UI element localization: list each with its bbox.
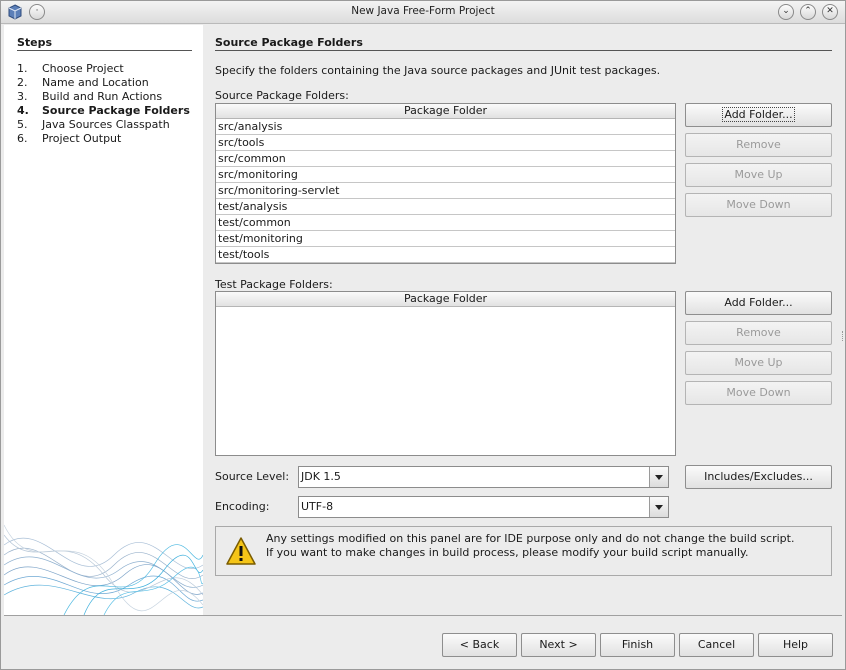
step-item: 1. Choose Project xyxy=(17,62,124,75)
decorative-swirl-graphic xyxy=(4,524,203,615)
step-item: 3. Build and Run Actions xyxy=(17,90,163,103)
cancel-button[interactable]: Cancel xyxy=(679,633,754,657)
close-button[interactable]: ✕ xyxy=(822,4,838,20)
window-title: New Java Free-Form Project xyxy=(351,5,495,17)
button-bar-divider xyxy=(4,615,842,616)
title-bar: · New Java Free-Form Project ⌄ ⌃ ✕ xyxy=(1,1,845,24)
table-row[interactable]: test/common xyxy=(216,215,675,231)
column-header-package-folder[interactable]: Package Folder xyxy=(216,104,675,119)
table-row[interactable]: src/analysis xyxy=(216,119,675,135)
source-level-select[interactable]: JDK 1.5 xyxy=(298,466,669,488)
encoding-label: Encoding: xyxy=(215,500,270,513)
test-move-down-button[interactable]: Move Down xyxy=(685,381,832,405)
info-note: Any settings modified on this panel are … xyxy=(215,526,832,576)
source-move-up-button[interactable]: Move Up xyxy=(685,163,832,187)
maximize-button[interactable]: ⌃ xyxy=(800,4,816,20)
step-item: 2. Name and Location xyxy=(17,76,149,89)
steps-divider xyxy=(17,50,192,51)
step-item: 5. Java Sources Classpath xyxy=(17,118,170,131)
help-button[interactable]: Help xyxy=(758,633,833,657)
table-row[interactable]: src/monitoring xyxy=(216,167,675,183)
table-row[interactable]: test/analysis xyxy=(216,199,675,215)
finish-button[interactable]: Finish xyxy=(600,633,675,657)
page-description: Specify the folders containing the Java … xyxy=(215,64,661,77)
column-header-package-folder[interactable]: Package Folder xyxy=(216,292,675,307)
steps-panel: Steps 1. Choose Project 2. Name and Locati… xyxy=(4,25,203,615)
page-title: Source Package Folders xyxy=(215,36,363,49)
test-remove-button[interactable]: Remove xyxy=(685,321,832,345)
test-folders-label: Test Package Folders: xyxy=(215,278,333,291)
back-button[interactable]: < Back xyxy=(442,633,517,657)
next-button[interactable]: Next > xyxy=(521,633,596,657)
warning-icon xyxy=(226,537,256,565)
minimize-button[interactable]: ⌄ xyxy=(778,4,794,20)
steps-list: 1. Choose Project 2. Name and Location 3. B… xyxy=(17,62,197,146)
step-item: 6. Project Output xyxy=(17,132,122,145)
source-folders-label: Source Package Folders: xyxy=(215,89,349,102)
source-remove-button[interactable]: Remove xyxy=(685,133,832,157)
includes-excludes-button[interactable]: Includes/Excludes... xyxy=(685,465,832,489)
chevron-down-icon[interactable] xyxy=(649,467,668,487)
test-add-folder-button[interactable]: Add Folder... xyxy=(685,291,832,315)
encoding-value: UTF-8 xyxy=(301,500,334,513)
source-move-down-button[interactable]: Move Down xyxy=(685,193,832,217)
source-level-label: Source Level: xyxy=(215,470,290,483)
source-folders-table[interactable]: Package Folder src/analysis src/tools sr… xyxy=(215,103,676,264)
table-row[interactable]: test/monitoring xyxy=(216,231,675,247)
test-move-up-button[interactable]: Move Up xyxy=(685,351,832,375)
test-folders-table[interactable]: Package Folder xyxy=(215,291,676,456)
steps-heading: Steps xyxy=(17,36,53,49)
step-item-current: 4. Source Package Folders xyxy=(17,104,190,117)
note-text: Any settings modified on this panel are … xyxy=(266,532,795,559)
table-row[interactable]: test/tools xyxy=(216,247,675,263)
source-add-folder-button[interactable]: Add Folder... xyxy=(685,103,832,127)
table-row[interactable]: src/tools xyxy=(216,135,675,151)
table-row[interactable]: src/common xyxy=(216,151,675,167)
encoding-select[interactable]: UTF-8 xyxy=(298,496,669,518)
chevron-down-icon[interactable] xyxy=(649,497,668,517)
title-divider xyxy=(215,50,832,51)
resize-grip[interactable] xyxy=(842,331,844,341)
wizard-window: · New Java Free-Form Project ⌄ ⌃ ✕ Steps… xyxy=(0,0,846,670)
source-level-value: JDK 1.5 xyxy=(301,470,341,483)
table-row[interactable]: src/monitoring-servlet xyxy=(216,183,675,199)
